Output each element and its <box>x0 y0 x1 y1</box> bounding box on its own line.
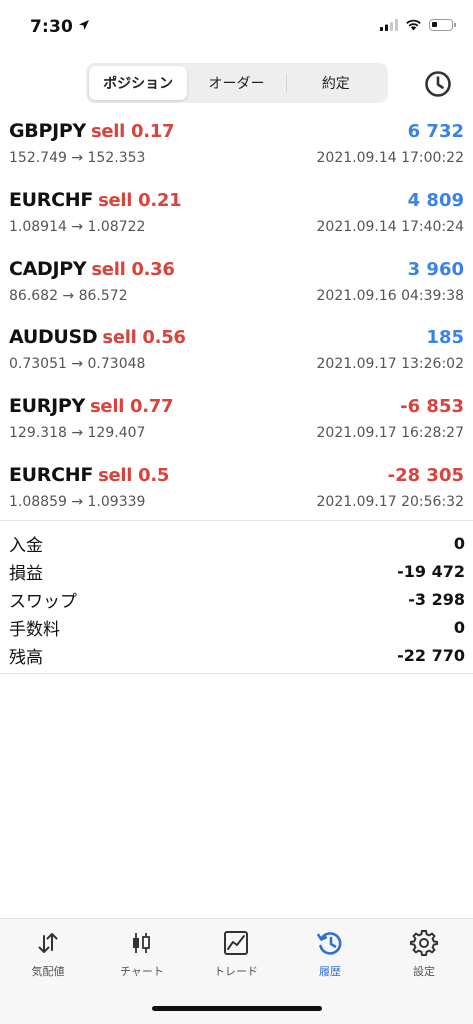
position-prices: 86.682 → 86.572 <box>9 287 128 304</box>
summary-row-profit: 損益 -19 472 <box>9 557 465 585</box>
position-profit: 4 809 <box>407 189 464 211</box>
summary-row-balance: 残高 -22 770 <box>9 641 465 669</box>
tab-settings[interactable]: 設定 <box>377 929 471 985</box>
gear-icon <box>410 930 438 956</box>
summary-label: 入金 <box>9 535 43 556</box>
position-trade: sell 0.21 <box>98 189 182 211</box>
battery-icon <box>429 19 456 31</box>
tab-label: 設定 <box>413 965 435 978</box>
position-symbol: EURJPY <box>9 395 85 418</box>
clock-icon[interactable] <box>422 68 454 100</box>
tab-trade[interactable]: トレード <box>189 929 283 985</box>
trade-chart-icon <box>224 931 248 955</box>
position-trade: sell 0.36 <box>91 258 175 280</box>
position-row[interactable]: EURCHF sell 0.5 -28 305 1.08859 → 1.09339… <box>0 457 473 526</box>
tab-label: トレード <box>214 965 258 978</box>
summary-divider-bottom <box>0 673 473 674</box>
position-profit: -28 305 <box>387 464 464 486</box>
position-trade: sell 0.5 <box>98 464 170 486</box>
positions-list: GBPJPY sell 0.17 6 732 152.749 → 152.353 … <box>0 113 473 526</box>
tab-history[interactable]: 履歴 <box>283 929 377 985</box>
summary-label: スワップ <box>9 591 77 612</box>
position-time: 2021.09.17 20:56:32 <box>316 493 465 510</box>
position-profit: -6 853 <box>400 396 464 418</box>
status-bar: 7:30 <box>0 0 473 54</box>
position-symbol: AUDUSD <box>9 326 98 349</box>
tab-chart[interactable]: チャート <box>95 929 189 985</box>
position-time: 2021.09.14 17:00:22 <box>316 150 465 166</box>
summary-label: 残高 <box>9 647 43 668</box>
cellular-signal-icon <box>380 19 398 31</box>
summary-row-commission: 手数料 0 <box>9 613 465 641</box>
position-trade: sell 0.17 <box>90 121 175 142</box>
position-prices: 1.08859 → 1.09339 <box>9 493 146 510</box>
position-row[interactable]: CADJPY sell 0.36 3 960 86.682 → 86.572 20… <box>0 251 473 320</box>
position-profit: 3 960 <box>407 258 464 280</box>
tab-label: 気配値 <box>31 965 65 978</box>
summary-row-swap: スワップ -3 298 <box>9 585 465 613</box>
position-time: 2021.09.17 13:26:02 <box>316 356 465 373</box>
tab-orders[interactable]: オーダー <box>187 66 285 100</box>
account-summary: 入金 0 損益 -19 472 スワップ -3 298 手数料 0 残高 -22… <box>9 529 465 669</box>
position-time: 2021.09.17 16:28:27 <box>316 425 465 442</box>
position-prices: 0.73051 → 0.73048 <box>9 356 146 373</box>
history-icon <box>317 932 342 955</box>
status-icons <box>380 19 456 31</box>
summary-value: -22 770 <box>397 645 465 665</box>
position-row[interactable]: GBPJPY sell 0.17 6 732 152.749 → 152.353 … <box>0 113 473 182</box>
position-row[interactable]: AUDUSD sell 0.56 185 0.73051 → 0.73048 20… <box>0 319 473 388</box>
summary-row-deposit: 入金 0 <box>9 529 465 557</box>
tab-deals[interactable]: 約定 <box>287 66 385 100</box>
summary-divider-top <box>0 520 473 521</box>
position-symbol: GBPJPY <box>9 120 86 142</box>
tab-quotes[interactable]: 気配値 <box>1 929 95 985</box>
position-trade: sell 0.56 <box>102 327 186 349</box>
positions-segmented-control: ポジション オーダー 約定 <box>86 63 388 103</box>
position-profit: 6 732 <box>407 121 464 142</box>
summary-value: 0 <box>453 617 465 637</box>
position-time: 2021.09.14 17:40:24 <box>316 218 465 235</box>
position-time: 2021.09.16 04:39:38 <box>316 287 465 304</box>
position-row[interactable]: EURJPY sell 0.77 -6 853 129.318 → 129.407… <box>0 388 473 457</box>
position-prices: 129.318 → 129.407 <box>9 425 146 442</box>
battery-level <box>432 22 437 27</box>
position-profit: 185 <box>426 327 464 349</box>
summary-label: 損益 <box>9 563 43 584</box>
summary-label: 手数料 <box>9 619 60 640</box>
tab-label: 履歴 <box>319 965 341 978</box>
summary-value: -19 472 <box>397 561 465 581</box>
screen: 7:30 ポジション オーダー 約定 GBPJPY sell 0.17 6 73… <box>0 0 473 1024</box>
position-prices: 1.08914 → 1.08722 <box>9 218 146 235</box>
home-indicator <box>152 1006 322 1011</box>
wifi-icon <box>406 19 421 31</box>
tab-positions[interactable]: ポジション <box>89 66 188 100</box>
status-time: 7:30 <box>30 17 74 37</box>
position-symbol: EURCHF <box>9 188 94 211</box>
position-row[interactable]: EURCHF sell 0.21 4 809 1.08914 → 1.08722 … <box>0 182 473 251</box>
position-symbol: EURCHF <box>9 463 94 486</box>
summary-value: -3 298 <box>408 589 465 609</box>
position-symbol: CADJPY <box>9 257 87 280</box>
summary-value: 0 <box>453 533 465 553</box>
location-arrow-icon <box>79 20 89 30</box>
tab-label: チャート <box>120 965 164 978</box>
candlestick-chart-icon <box>133 933 150 953</box>
quotes-arrows-icon <box>38 933 58 953</box>
position-trade: sell 0.77 <box>90 396 174 418</box>
position-prices: 152.749 → 152.353 <box>9 150 146 166</box>
